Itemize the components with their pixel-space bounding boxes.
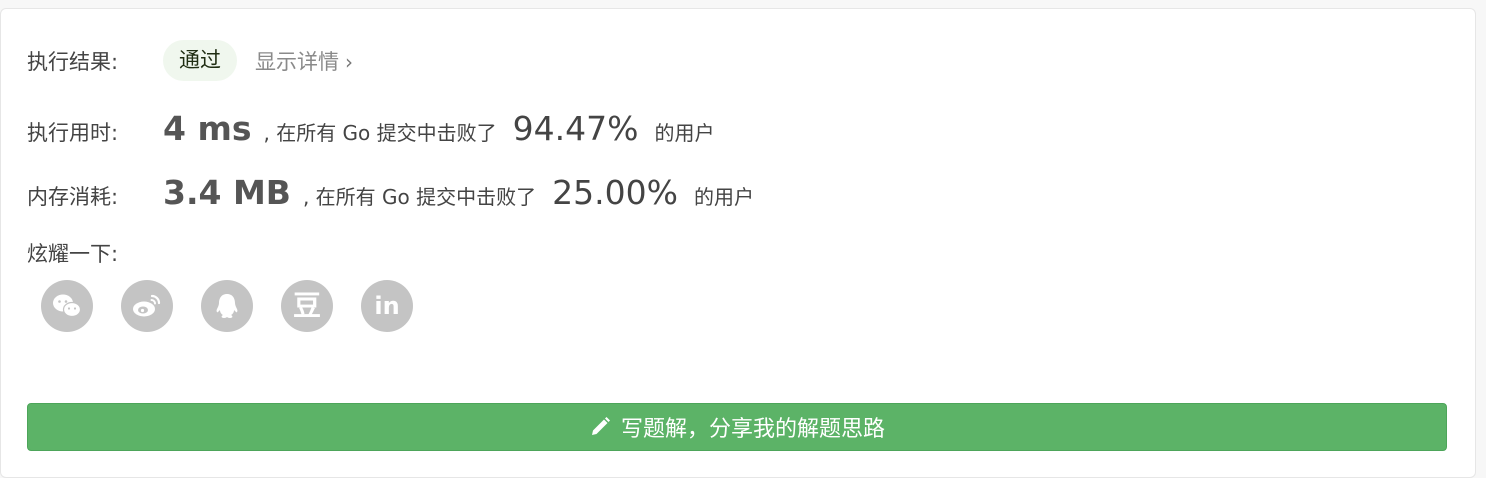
memory-label: 内存消耗:	[27, 185, 119, 209]
douban-icon: 豆	[292, 289, 321, 322]
linkedin-icon: in	[374, 292, 400, 320]
write-solution-button[interactable]: 写题解，分享我的解题思路	[27, 403, 1447, 451]
share-wechat-button[interactable]	[41, 280, 93, 332]
show-details-label: 显示详情	[255, 49, 339, 74]
submission-result-card: 执行结果: 通过 显示详情 › 执行用时: 4 ms , 在所有 Go 提交中击败…	[0, 8, 1476, 478]
memory-percent: 25.00%	[552, 173, 678, 212]
memory-row: 内存消耗: 3.4 MB , 在所有 Go 提交中击败了 25.00% 的用户	[27, 173, 754, 212]
status-badge: 通过	[163, 40, 237, 81]
runtime-row: 执行用时: 4 ms , 在所有 Go 提交中击败了 94.47% 的用户	[27, 109, 715, 148]
share-label: 炫耀一下:	[27, 242, 119, 266]
result-label: 执行结果:	[27, 49, 119, 74]
wechat-icon	[52, 293, 82, 319]
memory-suffix: 的用户	[693, 185, 754, 209]
share-weibo-button[interactable]	[121, 280, 173, 332]
pencil-icon	[589, 416, 611, 438]
runtime-value: 4 ms	[163, 109, 252, 148]
runtime-label: 执行用时:	[27, 121, 119, 145]
share-row-label: 炫耀一下:	[27, 238, 118, 268]
memory-comparison-text: , 在所有 Go 提交中击败了	[302, 185, 537, 209]
runtime-suffix: 的用户	[654, 121, 715, 145]
qq-icon	[214, 292, 240, 320]
share-buttons: 豆 in	[41, 280, 413, 332]
chevron-right-icon: ›	[345, 49, 353, 74]
runtime-percent: 94.47%	[512, 109, 639, 148]
share-douban-button[interactable]: 豆	[281, 280, 333, 332]
runtime-comparison-text: , 在所有 Go 提交中击败了	[263, 121, 497, 145]
memory-value: 3.4 MB	[163, 173, 291, 212]
result-row: 执行结果: 通过 显示详情 ›	[27, 40, 353, 81]
weibo-icon	[132, 293, 162, 319]
share-linkedin-button[interactable]: in	[361, 280, 413, 332]
share-qq-button[interactable]	[201, 280, 253, 332]
write-solution-label: 写题解，分享我的解题思路	[620, 417, 885, 442]
show-details-link[interactable]: 显示详情 ›	[255, 46, 353, 76]
